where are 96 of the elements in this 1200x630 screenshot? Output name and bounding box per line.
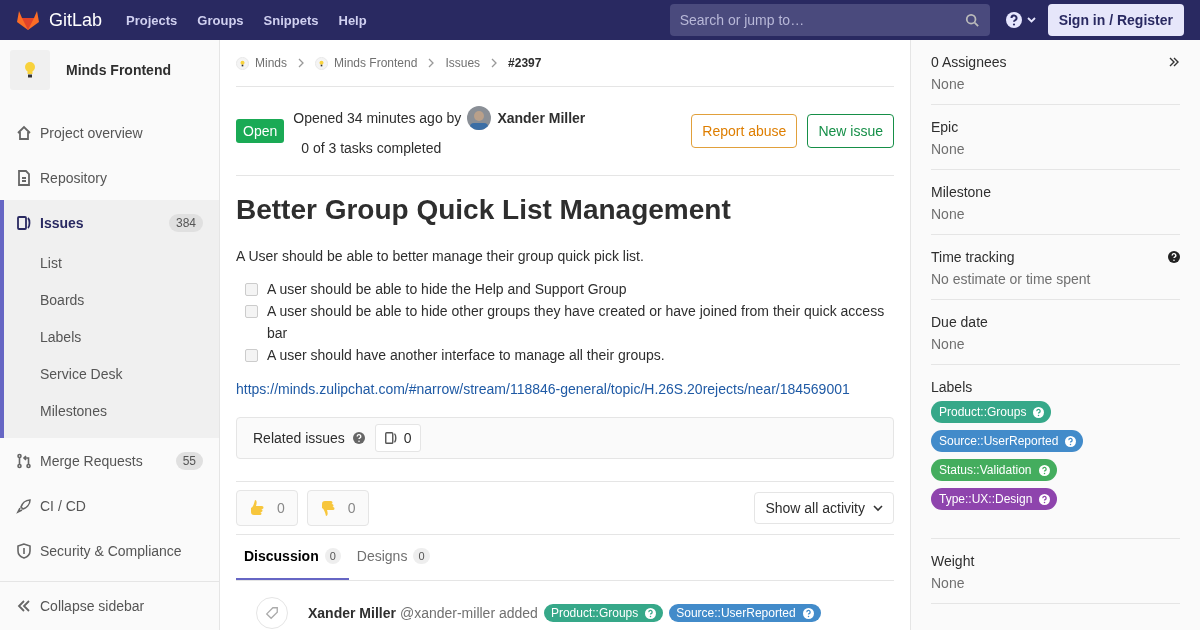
issue-title: Better Group Quick List Management	[236, 194, 732, 226]
home-icon	[16, 124, 32, 141]
sidebar-block-title: Time tracking	[931, 249, 1015, 265]
sidebar-item[interactable]: Merge Requests 55	[0, 438, 219, 483]
issue-description: A User should be able to better manage their group quick pick list.	[236, 248, 645, 264]
issues-icon	[383, 431, 398, 445]
related-issues-title: Related issues	[253, 430, 345, 446]
chevron-right-icon	[297, 58, 305, 68]
issues-icon	[16, 214, 32, 231]
note-text: @xander-miller added	[399, 605, 538, 621]
sidebar-block-value: None	[931, 206, 966, 222]
count-badge: 384	[168, 213, 203, 232]
sidebar-block-value: None	[931, 575, 966, 591]
chevron-down-icon	[873, 504, 883, 512]
lightbulb-icon	[236, 56, 249, 70]
sidebar-subitem[interactable]: Labels	[4, 319, 219, 356]
sidebar-block-title: Weight	[931, 553, 975, 569]
help-icon	[1039, 493, 1051, 505]
help-icon	[1033, 406, 1045, 418]
sidebar-block-value: None	[931, 76, 966, 92]
author-link[interactable]: Xander Miller	[308, 605, 396, 621]
sidebar-block-title: Milestone	[931, 184, 991, 200]
thumbs-up-button[interactable]: 0	[236, 490, 298, 526]
task-text: A user should have another interface to manage all their groups.	[267, 346, 665, 365]
status-badge: Open	[236, 119, 285, 143]
issue-link[interactable]: https://minds.zulipchat.com/#narrow/stream/118846-general/topic/H.26S.20rejects/near/184569001	[236, 381, 894, 397]
help-icon	[645, 607, 657, 619]
sidebar-subitem[interactable]: Milestones	[4, 393, 219, 430]
chevron-right-icon	[427, 58, 436, 68]
nav-link[interactable]: Help	[338, 12, 367, 28]
sidebar-subitem[interactable]: Boards	[4, 282, 219, 319]
rocket-icon	[16, 497, 32, 514]
count-badge: 55	[175, 451, 203, 470]
sidebar-subitem[interactable]: Service Desk	[4, 356, 219, 393]
task-checkbox[interactable]	[245, 283, 258, 296]
lightbulb-icon	[24, 61, 36, 79]
help-icon	[1065, 435, 1077, 447]
help-icon	[1038, 464, 1050, 476]
author-link[interactable]: Xander Miller	[497, 110, 586, 126]
sign-in-button[interactable]: Sign in / Register	[1047, 4, 1184, 36]
thumbs-down-button[interactable]: 0	[306, 490, 369, 526]
task-checkbox[interactable]	[245, 305, 258, 318]
help-icon[interactable]	[1005, 12, 1036, 28]
tasks-completed-text: 0 of 3 tasks completed	[300, 140, 443, 156]
activity-filter-dropdown[interactable]: Show all activity	[754, 492, 894, 524]
sidebar-block-title: Labels	[931, 379, 973, 395]
breadcrumb-link[interactable]: #2397	[508, 56, 542, 70]
label-tag[interactable]: Type::UX::Design	[931, 488, 1058, 510]
task-text: A user should be able to hide other groups they have created or have joined from their quick access bar	[267, 302, 886, 343]
brand-name[interactable]: GitLab	[49, 9, 103, 31]
sidebar-item[interactable]: Project overview	[0, 110, 219, 155]
nav-link[interactable]: Groups	[197, 12, 244, 28]
user-avatar[interactable]	[467, 106, 492, 130]
lightbulb-icon	[315, 56, 328, 70]
sidebar-block-value: No estimate or time spent	[931, 271, 1092, 287]
sidebar-subitem[interactable]: List	[4, 245, 219, 282]
new-issue-button[interactable]: New issue	[807, 114, 894, 148]
document-icon	[16, 169, 32, 186]
task-text: A user should be able to hide the Help and Support Group	[267, 280, 627, 299]
label-tag[interactable]: Source::UserReported	[931, 430, 1084, 452]
nav-link[interactable]: Projects	[126, 12, 178, 28]
sidebar-item[interactable]: CI / CD	[0, 483, 219, 528]
count-badge: 0	[324, 548, 341, 564]
task-checkbox[interactable]	[245, 349, 258, 362]
tab[interactable]: Discussion 0	[236, 535, 349, 580]
breadcrumb-link[interactable]: Minds	[255, 56, 287, 70]
sidebar-item[interactable]: Issues 384	[4, 200, 219, 245]
sidebar-block-title: Epic	[931, 119, 959, 135]
sidebar-block-value: None	[931, 141, 966, 157]
label-tag[interactable]: Source::UserReported	[669, 604, 821, 622]
related-count-badge: 0	[374, 424, 421, 452]
search-field[interactable]: Search or jump to…	[669, 4, 990, 36]
opened-text: Opened 34 minutes ago by	[293, 110, 462, 126]
sidebar-block-value: None	[931, 336, 966, 352]
double-chevron-right-icon[interactable]	[1168, 56, 1180, 68]
shield-icon	[16, 542, 32, 559]
merge-request-icon	[16, 452, 32, 469]
tab[interactable]: Designs 0	[348, 535, 438, 580]
double-chevron-left-icon	[16, 598, 32, 614]
help-icon	[802, 607, 814, 619]
breadcrumb-link[interactable]: Minds Frontend	[334, 56, 418, 70]
project-name[interactable]: Minds Frontend	[66, 62, 171, 78]
breadcrumb-link[interactable]: Issues	[445, 56, 481, 70]
thumbs-down-icon	[319, 499, 336, 517]
thumbs-up-icon	[249, 499, 265, 517]
search-icon	[964, 13, 979, 27]
sidebar-item[interactable]: Security & Compliance	[0, 528, 219, 573]
chevron-right-icon	[490, 58, 499, 68]
sidebar-block-title: 0 Assignees	[931, 54, 1007, 70]
count-badge: 0	[413, 548, 430, 564]
gitlab-logo-icon[interactable]	[16, 9, 40, 31]
help-icon[interactable]	[1168, 251, 1180, 263]
nav-link[interactable]: Snippets	[263, 12, 319, 28]
sidebar-block-title: Due date	[931, 314, 988, 330]
tag-icon	[265, 606, 279, 620]
sidebar-item[interactable]: Repository	[0, 155, 219, 200]
